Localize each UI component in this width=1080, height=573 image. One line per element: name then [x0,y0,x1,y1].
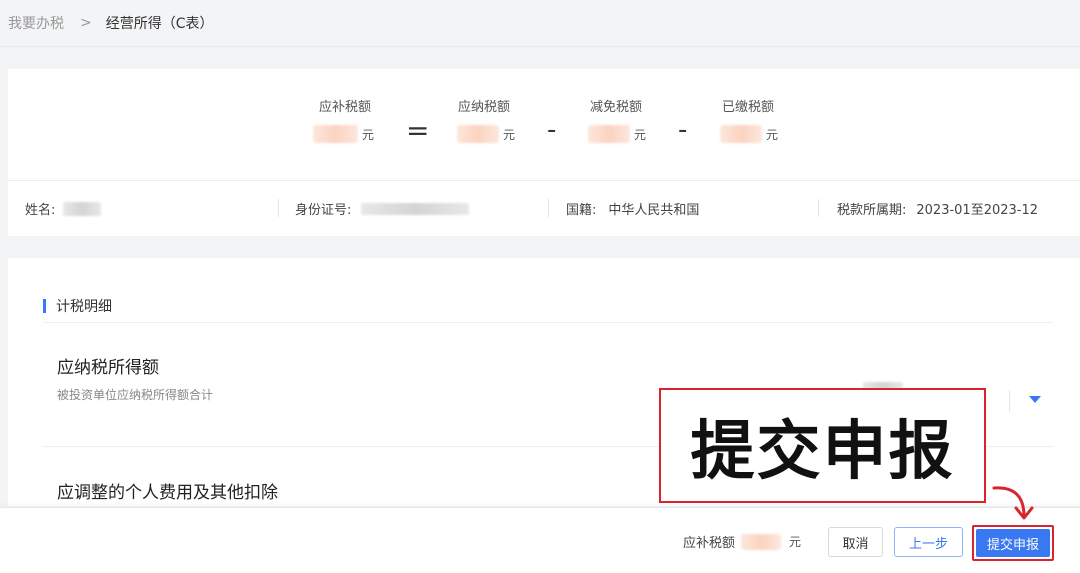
term-value: 元 [588,125,646,143]
footer-tax-due-label: 应补税额 [683,536,736,551]
period-value: 2023-01至2023-12 [916,203,1039,218]
section-title-text: 计税明细 [56,299,112,315]
section-accent-bar [43,299,46,313]
section-divider [43,322,1053,323]
info-tax-period: 税款所属期: 2023-01至2023-12 [837,181,1038,236]
minus-sign: - [547,115,557,145]
term-unit: 元 [503,128,516,142]
redacted-amount [741,533,782,550]
tax-formula: 应补税额 元 = 应纳税额 元 - 减免税额 元 - 已缴税额 元 [8,69,1080,179]
id-label: 身份证号: [295,203,352,218]
footer-tax-due: 应补税额 元 [683,532,801,551]
curved-arrow-icon [992,486,1034,520]
equals-sign: = [406,114,430,147]
footer-action-bar: 应补税额 元 取消 上一步 提交申报 [0,507,1080,573]
name-label: 姓名: [25,203,56,218]
redacted-amount [457,125,499,143]
info-separator [548,199,549,217]
annotation-callout: 提交申报 [659,388,986,503]
redacted-amount [313,125,358,143]
item-title-taxable-income: 应纳税所得额 [57,358,159,378]
info-separator [278,199,279,217]
info-name: 姓名: [25,181,102,236]
previous-step-button[interactable]: 上一步 [894,527,963,557]
term-value: 元 [313,125,374,143]
period-label: 税款所属期: [837,203,907,218]
top-divider [0,46,1080,47]
item-title-deductions: 应调整的个人费用及其他扣除 [57,483,278,503]
term-value: 元 [457,125,515,143]
info-separator [818,199,819,217]
breadcrumb-home-link[interactable]: 我要办税 [8,13,64,33]
footer-unit: 元 [789,535,802,549]
annotation-text: 提交申报 [690,414,955,489]
section-title: 计税明细 [43,298,112,315]
breadcrumb-separator: > [80,15,92,31]
tax-summary-card: 应补税额 元 = 应纳税额 元 - 减免税额 元 - 已缴税额 元 姓名: 身份… [8,69,1080,236]
term-label: 减免税额 [589,100,642,115]
term-unit: 元 [766,128,779,142]
formula-term-tax-due: 应补税额 [305,96,385,115]
info-id-number: 身份证号: [295,181,470,236]
redacted-name [63,201,102,216]
submit-declaration-button[interactable]: 提交申报 [976,529,1050,557]
breadcrumb-current: 经营所得（C表） [105,16,214,32]
nationality-value: 中华人民共和国 [608,203,700,218]
redacted-id [361,202,470,215]
expand-separator [1009,390,1010,412]
term-unit: 元 [634,128,647,142]
item-desc-taxable-income: 被投资单位应纳税所得额合计 [57,388,214,402]
info-nationality: 国籍: 中华人民共和国 [566,181,699,236]
term-unit: 元 [362,128,375,142]
minus-sign: - [678,115,688,145]
term-label: 应补税额 [318,100,371,115]
redacted-amount [588,125,630,143]
submit-button-highlight: 提交申报 [972,525,1054,561]
formula-term-tax-relief: 减免税额 [576,96,656,115]
nationality-label: 国籍: [566,203,597,218]
redacted-amount [720,125,762,143]
caret-down-icon[interactable] [1029,396,1041,403]
formula-term-tax-paid: 已缴税额 [708,96,788,115]
formula-term-tax-payable: 应纳税额 [444,96,524,115]
term-label: 应纳税额 [457,100,510,115]
cancel-button[interactable]: 取消 [828,527,883,557]
term-value: 元 [720,125,778,143]
taxpayer-info-row: 姓名: 身份证号: 国籍: 中华人民共和国 税款所属期: 2023-01至202… [8,181,1080,236]
term-label: 已缴税额 [721,100,774,115]
breadcrumb: 我要办税 > 经营所得（C表） [8,12,214,34]
